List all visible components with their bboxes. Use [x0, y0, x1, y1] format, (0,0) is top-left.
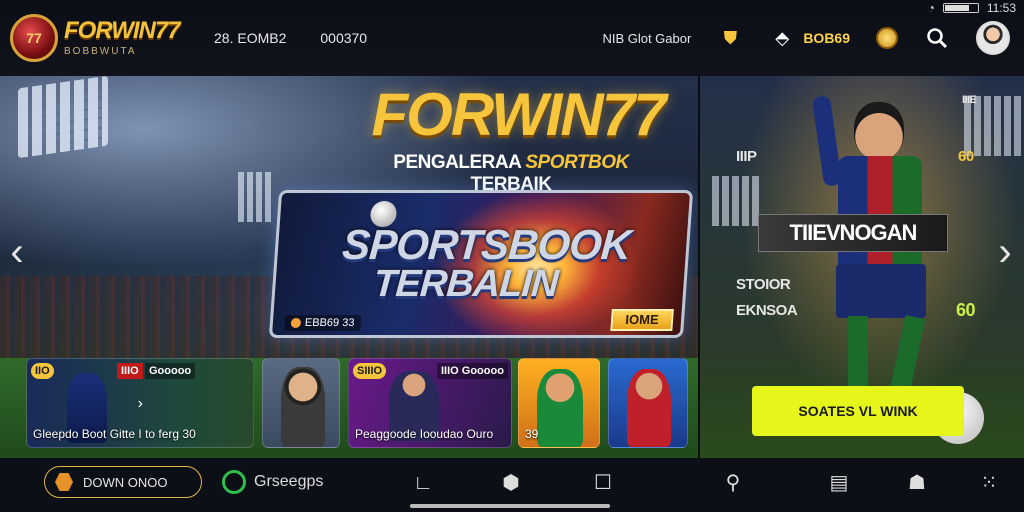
profile-icon[interactable]: ☗: [904, 470, 930, 496]
battery-icon: [942, 3, 979, 13]
status-time: 11:53: [986, 1, 1016, 15]
card-tag: SIIIO: [353, 363, 387, 379]
card-tag: IIO: [31, 363, 54, 379]
sportsbook-chip: EBB69 33: [284, 315, 361, 331]
search-icon[interactable]: [924, 25, 950, 51]
coin-icon: [290, 318, 302, 328]
download-button[interactable]: DOWN ONOO: [44, 466, 202, 498]
language-selector[interactable]: NIB Glot Gabor: [602, 31, 691, 46]
promo-card-1[interactable]: IIO IIIO Gooooo › Gleepdo Boot Gitte I t…: [26, 358, 254, 448]
promo-card-5[interactable]: [608, 358, 688, 448]
card-caption: Gleepdo Boot Gitte I to ferg 30: [33, 427, 196, 441]
chevron-right-icon: ›: [137, 395, 143, 412]
chevron-right-icon[interactable]: ›: [990, 232, 1020, 272]
hexagon-icon: [55, 473, 73, 491]
balance-value: BOB69: [803, 30, 850, 46]
logo-subtitle: BOBBWUTA: [64, 46, 137, 57]
logo-crest-icon: 77: [10, 14, 58, 62]
promo-card-2[interactable]: [262, 358, 340, 448]
cards-icon[interactable]: ▤: [826, 470, 852, 496]
search-icon[interactable]: ⚲: [720, 470, 746, 496]
wifi-icon: ◔: [927, 1, 935, 15]
cta-button[interactable]: SOATES VL WINK: [752, 386, 964, 436]
feature-stat-c: 60: [956, 300, 976, 320]
promo-card-3[interactable]: SIIIO IIIO Gooooo Peaggoode Iooudao Ouro: [348, 358, 512, 448]
hero-title: FORWIN77: [371, 81, 667, 148]
feature-stat-b: EKNSOA: [736, 302, 798, 319]
card-tag-live: IIIO: [117, 363, 143, 379]
card-caption: 39: [525, 427, 539, 441]
feature-banner: TIIEVNOGAN: [758, 214, 948, 252]
recent-apps-icon[interactable]: ☐: [590, 470, 616, 496]
brand-logo[interactable]: 77 FORWIN77 BOBBWUTA: [10, 14, 200, 62]
logo-title: FORWIN77: [64, 17, 181, 44]
stadium-lights: [18, 76, 108, 159]
sportsbook-title: SPORTSBOOK: [340, 221, 632, 268]
gesture-pill[interactable]: [410, 504, 610, 508]
feature-tag-2: IIIE: [962, 94, 977, 106]
card-tag-label: Gooooo: [145, 363, 196, 379]
sportsbook-button[interactable]: IOME: [610, 309, 674, 331]
status-bar: ◔ 11:53: [864, 0, 1024, 16]
feature-panel[interactable]: IIIP IIIE 60 TIIEVNOGAN STOIOR EKNSOA 60…: [698, 76, 1024, 458]
card-tag-label: IIIO Gooooo: [437, 363, 508, 379]
header-actions: NIB Glot Gabor ⛊ ⬘ BOB69: [602, 21, 1010, 55]
home-icon[interactable]: ⬢: [498, 470, 524, 496]
coin-icon[interactable]: [876, 27, 898, 49]
gift-icon: ⬘: [775, 27, 790, 48]
shield-icon[interactable]: ⛊: [717, 25, 743, 51]
ring-icon: [222, 470, 246, 494]
feature-stat-a: STOIOR: [736, 276, 791, 293]
app-link[interactable]: Grseegps: [222, 470, 323, 494]
header-stat-2: 000370: [320, 30, 368, 46]
app-root: 77 FORWIN77 BOBBWUTA 28. EOMB2 000370 NI…: [0, 0, 1024, 512]
balance-display[interactable]: ⬘ BOB69: [769, 25, 850, 51]
promo-card-4[interactable]: 39: [518, 358, 600, 448]
header-stat-1: 28. EOMB2: [214, 30, 287, 46]
hero-carousel[interactable]: FORWIN77 PENGALERAA SPORTBOK TERBAIK SPO…: [0, 76, 1024, 458]
sportsbook-banner[interactable]: SPORTSBOOK TERBALIN EBB69 33 IOME: [268, 190, 694, 338]
grid-icon[interactable]: ⁙: [976, 470, 1002, 496]
sportsbook-subtitle: TERBALIN: [372, 263, 560, 305]
card-caption: Peaggoode Iooudao Ouro: [355, 427, 494, 441]
back-icon[interactable]: ∟: [410, 470, 436, 496]
chevron-left-icon[interactable]: ‹: [2, 232, 32, 272]
feature-tag-3: 60: [958, 148, 974, 165]
user-avatar[interactable]: [976, 21, 1010, 55]
feature-tag-1: IIIP: [736, 148, 757, 165]
